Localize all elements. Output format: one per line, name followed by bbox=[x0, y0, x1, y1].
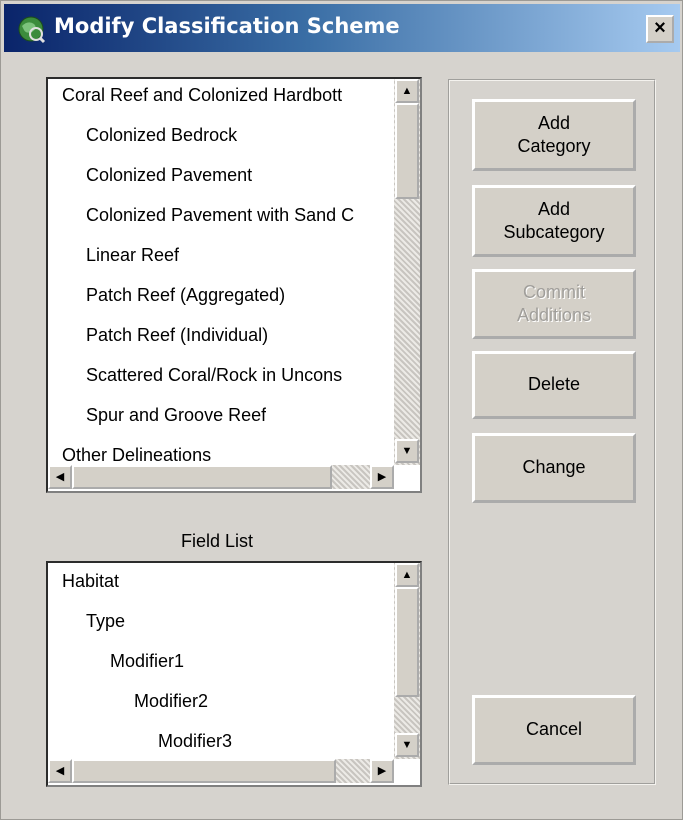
scroll-left-button[interactable]: ◀ bbox=[48, 465, 72, 489]
category-list-item[interactable]: Spur and Groove Reef bbox=[86, 405, 266, 426]
field-list-item[interactable]: Modifier2 bbox=[134, 691, 208, 712]
cancel-button[interactable]: Cancel bbox=[472, 695, 636, 765]
close-button[interactable]: × bbox=[646, 15, 674, 43]
globe-icon bbox=[18, 16, 46, 44]
category-list-item[interactable]: Scattered Coral/Rock in Uncons bbox=[86, 365, 342, 386]
add-category-label: Add Category bbox=[517, 112, 591, 156]
commit-additions-label: Commit Additions bbox=[516, 281, 592, 325]
field-list-vscrollbar[interactable]: ▲ ▼ bbox=[394, 563, 420, 759]
category-list-item[interactable]: Other Delineations bbox=[62, 445, 211, 466]
category-list-item[interactable]: Colonized Pavement with Sand C bbox=[86, 205, 354, 226]
modify-classification-dialog: Modify Classification Scheme × Coral Ree… bbox=[0, 0, 683, 820]
title-bar[interactable]: Modify Classification Scheme bbox=[4, 4, 680, 52]
scroll-thumb[interactable] bbox=[395, 103, 419, 199]
add-category-button[interactable]: Add Category bbox=[472, 99, 636, 171]
chevron-down-icon: ▼ bbox=[401, 739, 413, 751]
chevron-up-icon: ▲ bbox=[401, 569, 413, 581]
category-list-item[interactable]: Coral Reef and Colonized Hardbott bbox=[62, 85, 342, 106]
scroll-up-button[interactable]: ▲ bbox=[395, 79, 419, 103]
field-list-item[interactable]: Habitat bbox=[62, 571, 119, 592]
chevron-down-icon: ▼ bbox=[401, 445, 413, 457]
add-subcategory-button[interactable]: Add Subcategory bbox=[472, 185, 636, 257]
chevron-right-icon: ▶ bbox=[377, 471, 387, 483]
chevron-right-icon: ▶ bbox=[377, 765, 387, 777]
close-icon: × bbox=[654, 17, 666, 39]
category-list-item[interactable]: Linear Reef bbox=[86, 245, 179, 266]
field-list-item[interactable]: Type bbox=[86, 611, 125, 632]
cancel-label: Cancel bbox=[525, 719, 583, 740]
scroll-up-button[interactable]: ▲ bbox=[395, 563, 419, 587]
field-list-hscrollbar[interactable]: ◀ ▶ bbox=[48, 759, 394, 783]
scroll-thumb[interactable] bbox=[395, 587, 419, 697]
chevron-up-icon: ▲ bbox=[401, 85, 413, 97]
delete-button[interactable]: Delete bbox=[472, 351, 636, 419]
field-list-item[interactable]: Modifier3 bbox=[158, 731, 232, 752]
scroll-right-button[interactable]: ▶ bbox=[370, 759, 394, 783]
field-list-label: Field List bbox=[181, 531, 254, 551]
change-button[interactable]: Change bbox=[472, 433, 636, 503]
category-list-hscrollbar[interactable]: ◀ ▶ bbox=[48, 465, 394, 489]
window-title: Modify Classification Scheme bbox=[54, 14, 400, 38]
hscroll-thumb[interactable] bbox=[72, 759, 336, 783]
delete-label: Delete bbox=[527, 374, 581, 395]
category-list-item[interactable]: Colonized Pavement bbox=[86, 165, 252, 186]
scroll-down-button[interactable]: ▼ bbox=[395, 439, 419, 463]
commit-additions-button[interactable]: Commit Additions bbox=[472, 269, 636, 339]
category-list-item[interactable]: Patch Reef (Aggregated) bbox=[86, 285, 285, 306]
scroll-right-button[interactable]: ▶ bbox=[370, 465, 394, 489]
scroll-down-button[interactable]: ▼ bbox=[395, 733, 419, 757]
category-list-item[interactable]: Colonized Bedrock bbox=[86, 125, 237, 146]
chevron-left-icon: ◀ bbox=[55, 765, 65, 777]
field-list-item[interactable]: Modifier1 bbox=[110, 651, 184, 672]
category-list-item[interactable]: Patch Reef (Individual) bbox=[86, 325, 268, 346]
add-subcategory-label: Add Subcategory bbox=[503, 198, 605, 242]
category-list[interactable]: Coral Reef and Colonized Hardbott Coloniz… bbox=[46, 77, 422, 493]
field-list[interactable]: Habitat Type Modifier1 Modifier2 Modifier3 ▲… bbox=[46, 561, 422, 787]
chevron-left-icon: ◀ bbox=[55, 471, 65, 483]
change-label: Change bbox=[522, 457, 586, 478]
scroll-left-button[interactable]: ◀ bbox=[48, 759, 72, 783]
category-list-vscrollbar[interactable]: ▲ ▼ bbox=[394, 79, 420, 465]
hscroll-thumb[interactable] bbox=[72, 465, 332, 489]
